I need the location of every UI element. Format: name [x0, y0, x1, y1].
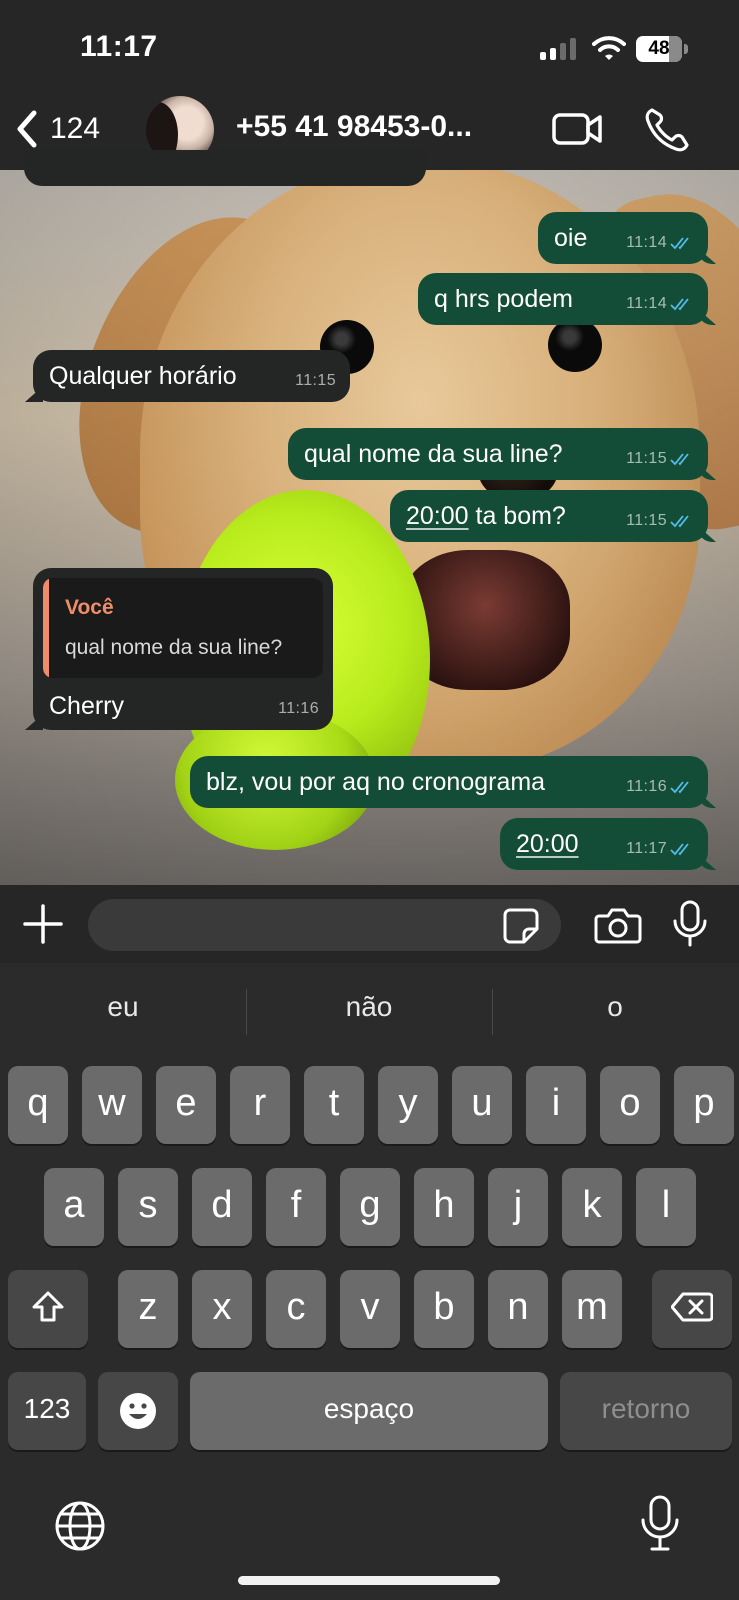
message-text: qual nome da sua line?	[304, 439, 563, 468]
message-bubble-outgoing[interactable]: blz, vou por aq no cronograma 11:16	[190, 756, 716, 808]
message-bubble-outgoing[interactable]: 20:00 11:17	[500, 818, 716, 870]
chevron-left-icon	[17, 110, 37, 148]
cellular-signal-icon	[540, 38, 578, 60]
key-w[interactable]: w	[82, 1066, 142, 1144]
key-q[interactable]: q	[8, 1066, 68, 1144]
key-u[interactable]: u	[452, 1066, 512, 1144]
message-text: q hrs podem	[434, 284, 573, 313]
key-d[interactable]: d	[192, 1168, 252, 1246]
key-i[interactable]: i	[526, 1066, 586, 1144]
message-bubble-outgoing[interactable]: qual nome da sua line? 11:15	[288, 428, 716, 480]
message-text: blz, vou por aq no cronograma	[206, 767, 546, 796]
message-text: Qualquer horário	[49, 361, 237, 390]
shift-key[interactable]	[8, 1270, 88, 1348]
back-button[interactable]: 124	[14, 104, 100, 154]
message-time: 11:16	[626, 778, 667, 795]
message-bubble-outgoing[interactable]: 20:00 ta bom? 11:15	[390, 490, 716, 542]
read-receipt-icon	[670, 237, 689, 250]
wifi-icon	[592, 36, 626, 60]
backspace-key[interactable]	[652, 1270, 732, 1348]
message-bubble-incoming[interactable]: Qualquer horário 11:15	[25, 350, 350, 402]
read-receipt-icon	[670, 843, 689, 856]
key-k[interactable]: k	[562, 1168, 622, 1246]
home-indicator[interactable]	[238, 1576, 500, 1585]
key-x[interactable]: x	[192, 1270, 252, 1348]
time-link[interactable]: 20:00	[406, 502, 469, 530]
key-c[interactable]: c	[266, 1270, 326, 1348]
suggestion-item[interactable]: eu	[0, 991, 246, 1023]
message-composer	[0, 885, 739, 963]
emoji-key[interactable]	[98, 1372, 178, 1450]
message-time: 11:16	[278, 700, 319, 717]
message-time: 11:15	[295, 372, 336, 389]
battery-level: 48	[648, 38, 670, 59]
key-p[interactable]: p	[674, 1066, 734, 1144]
contact-name[interactable]: +55 41 98453-0...	[236, 110, 526, 144]
backspace-icon	[670, 1292, 714, 1322]
quote-accent-bar	[43, 578, 49, 678]
message-time: 11:14	[626, 234, 667, 251]
message-bubble-outgoing[interactable]: oie 11:14	[538, 212, 716, 264]
emoji-icon	[120, 1393, 156, 1429]
message-text-rest: ta bom?	[468, 501, 566, 530]
video-call-icon[interactable]	[550, 104, 606, 154]
battery-icon: 48	[636, 36, 688, 62]
return-key[interactable]: retorno	[560, 1372, 732, 1450]
quote-author: Você	[65, 596, 114, 619]
phone-call-icon[interactable]	[640, 104, 696, 154]
message-text: oie	[554, 223, 588, 252]
quoted-message[interactable]: Você qual nome da sua line?	[43, 578, 323, 678]
key-n[interactable]: n	[488, 1270, 548, 1348]
chat-header: 11:17 48 124 +55 41 98453-0...	[0, 0, 739, 170]
message-input[interactable]	[88, 899, 561, 951]
key-h[interactable]: h	[414, 1168, 474, 1246]
dictation-microphone-icon[interactable]	[640, 1494, 680, 1554]
camera-icon[interactable]	[594, 905, 642, 945]
space-key[interactable]: espaço	[190, 1372, 548, 1450]
key-m[interactable]: m	[562, 1270, 622, 1348]
message-text: Cherry	[49, 692, 125, 720]
message-text: 20:00 ta bom?	[406, 502, 566, 531]
microphone-icon[interactable]	[670, 899, 710, 949]
key-g[interactable]: g	[340, 1168, 400, 1246]
read-receipt-icon	[670, 781, 689, 794]
key-a[interactable]: a	[44, 1168, 104, 1246]
key-r[interactable]: r	[230, 1066, 290, 1144]
suggestion-item[interactable]: o	[492, 991, 738, 1023]
message-time: 11:14	[626, 295, 667, 312]
quote-text: qual nome da sua line?	[65, 636, 283, 659]
key-t[interactable]: t	[304, 1066, 364, 1144]
sticker-icon[interactable]	[502, 907, 540, 945]
time-link[interactable]: 20:00	[516, 830, 579, 859]
key-f[interactable]: f	[266, 1168, 326, 1246]
unread-count: 124	[50, 112, 101, 145]
suggestion-item[interactable]: não	[246, 991, 492, 1023]
key-v[interactable]: v	[340, 1270, 400, 1348]
read-receipt-icon	[670, 298, 689, 311]
suggestion-bar: eu não o	[0, 963, 739, 1049]
plus-icon[interactable]	[22, 903, 64, 945]
key-o[interactable]: o	[600, 1066, 660, 1144]
message-time: 11:15	[626, 512, 667, 529]
message-time: 11:17	[626, 840, 667, 857]
key-z[interactable]: z	[118, 1270, 178, 1348]
shift-icon	[32, 1291, 64, 1322]
key-l[interactable]: l	[636, 1168, 696, 1246]
message-bubble-partial	[24, 150, 426, 186]
read-receipt-icon	[670, 453, 689, 466]
message-bubble-outgoing[interactable]: q hrs podem 11:14	[418, 273, 716, 325]
read-receipt-icon	[670, 515, 689, 528]
status-time: 11:17	[80, 30, 158, 63]
message-time: 11:15	[626, 450, 667, 467]
key-b[interactable]: b	[414, 1270, 474, 1348]
key-s[interactable]: s	[118, 1168, 178, 1246]
key-y[interactable]: y	[378, 1066, 438, 1144]
key-e[interactable]: e	[156, 1066, 216, 1144]
globe-icon[interactable]	[54, 1500, 106, 1552]
numbers-key[interactable]: 123	[8, 1372, 86, 1450]
message-bubble-incoming-reply[interactable]: Você qual nome da sua line? Cherry 11:16	[25, 568, 333, 730]
key-j[interactable]: j	[488, 1168, 548, 1246]
